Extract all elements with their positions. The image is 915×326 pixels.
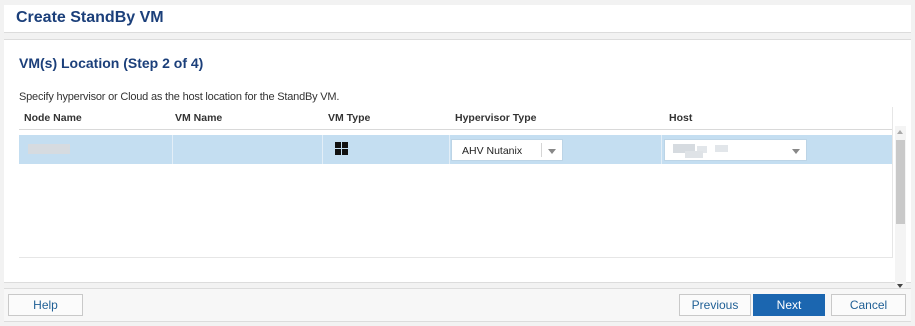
- step-panel: VM(s) Location (Step 2 of 4) Specify hyp…: [4, 39, 911, 294]
- grid-scrollbar[interactable]: [895, 126, 906, 294]
- grid-header: Node Name VM Name VM Type Hypervisor Typ…: [19, 107, 892, 130]
- vm-location-grid: Node Name VM Name VM Type Hypervisor Typ…: [19, 107, 893, 258]
- table-row[interactable]: AHV Nutanix: [19, 135, 892, 164]
- host-redacted: [685, 151, 703, 158]
- node-name-redacted: [28, 144, 70, 154]
- scroll-thumb[interactable]: [896, 140, 905, 224]
- cell-divider: [322, 135, 323, 164]
- cell-divider: [449, 135, 450, 164]
- title-bar: Create StandBy VM: [4, 5, 911, 33]
- select-divider: [541, 143, 542, 157]
- cell-divider: [661, 135, 662, 164]
- column-header-vm-name[interactable]: VM Name: [175, 112, 222, 124]
- chevron-down-icon[interactable]: [792, 149, 800, 154]
- column-header-node-name[interactable]: Node Name: [24, 112, 82, 124]
- cell-divider: [172, 135, 173, 164]
- host-redacted: [715, 145, 728, 152]
- step-title: VM(s) Location (Step 2 of 4): [19, 55, 204, 71]
- previous-button[interactable]: Previous: [679, 294, 751, 316]
- chevron-down-icon[interactable]: [548, 149, 556, 154]
- hypervisor-type-value: AHV Nutanix: [462, 145, 523, 157]
- help-button[interactable]: Help: [8, 294, 83, 316]
- cancel-button[interactable]: Cancel: [831, 294, 906, 316]
- step-description: Specify hypervisor or Cloud as the host …: [19, 91, 340, 103]
- hypervisor-type-select[interactable]: AHV Nutanix: [451, 139, 563, 161]
- column-header-vm-type[interactable]: VM Type: [328, 112, 370, 124]
- next-button[interactable]: Next: [753, 294, 825, 316]
- scroll-up-icon[interactable]: [897, 130, 903, 134]
- column-header-host[interactable]: Host: [669, 112, 692, 124]
- window-title: Create StandBy VM: [16, 9, 164, 26]
- column-header-hypervisor-type[interactable]: Hypervisor Type: [455, 112, 537, 124]
- host-select[interactable]: [664, 139, 807, 161]
- windows-icon: [335, 142, 349, 156]
- footer-bar: Help Previous Next Cancel: [4, 288, 911, 322]
